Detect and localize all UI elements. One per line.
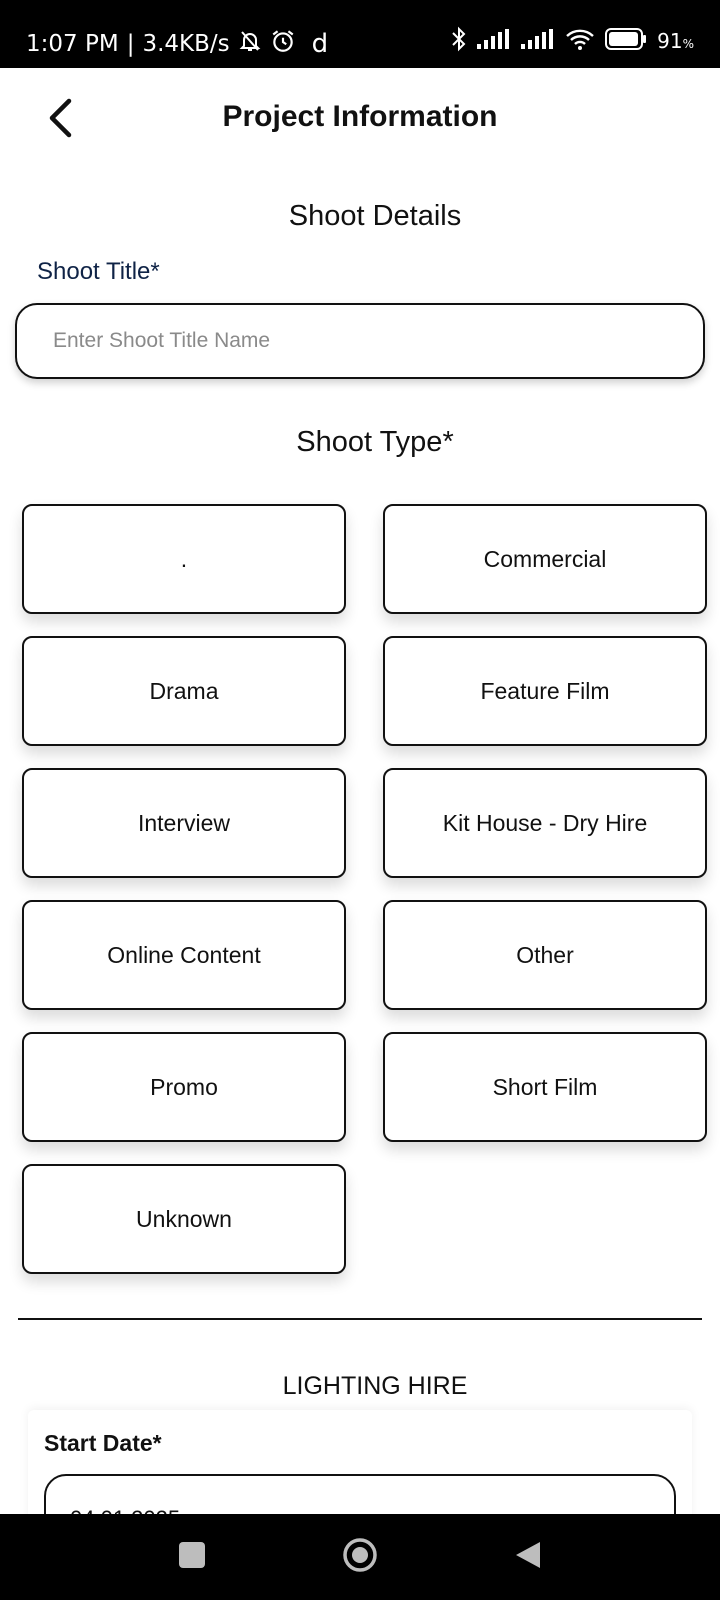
battery-icon xyxy=(605,28,647,54)
battery-value: 91 xyxy=(657,29,683,53)
navigation-bar xyxy=(0,1514,720,1600)
shoot-title-input[interactable] xyxy=(15,303,705,379)
shoot-type-option[interactable]: . xyxy=(22,504,346,614)
nav-back-button[interactable] xyxy=(488,1514,568,1600)
status-left: 1:07 PM | 3.4KB/s d xyxy=(26,28,328,60)
home-icon xyxy=(342,1537,378,1578)
alarm-icon xyxy=(270,28,296,60)
signal-icon xyxy=(521,29,555,53)
shoot-type-heading: Shoot Type* xyxy=(296,426,454,458)
shoot-type-option[interactable]: Online Content xyxy=(22,900,346,1010)
page-title: Project Information xyxy=(222,100,498,133)
shoot-type-option[interactable]: Feature Film xyxy=(383,636,707,746)
shoot-type-option[interactable]: Kit House - Dry Hire xyxy=(383,768,707,878)
shoot-type-option[interactable]: Commercial xyxy=(383,504,707,614)
network-speed: 3.4KB/s xyxy=(142,31,230,57)
bluetooth-icon xyxy=(451,26,467,56)
home-button[interactable] xyxy=(320,1514,400,1600)
signal-icon xyxy=(477,29,511,53)
shoot-type-option[interactable]: Drama xyxy=(22,636,346,746)
recent-apps-button[interactable] xyxy=(152,1514,232,1600)
wifi-icon xyxy=(565,27,595,55)
shoot-type-option[interactable]: Interview xyxy=(22,768,346,878)
recent-apps-icon xyxy=(178,1541,206,1574)
shoot-type-option[interactable]: Unknown xyxy=(22,1164,346,1274)
status-separator: | xyxy=(126,31,135,57)
shoot-type-option[interactable]: Short Film xyxy=(383,1032,707,1142)
back-icon xyxy=(514,1540,542,1575)
shoot-title-label: Shoot Title* xyxy=(37,258,160,285)
mute-bell-icon xyxy=(238,29,262,59)
battery-percent: 91% xyxy=(657,29,694,53)
shoot-type-grid: . Commercial Drama Feature Film Intervie… xyxy=(22,504,707,1274)
status-time: 1:07 PM xyxy=(26,31,119,57)
carrier-glyph: d xyxy=(311,29,329,59)
shoot-details-heading: Shoot Details xyxy=(288,200,462,232)
section-divider xyxy=(18,1318,702,1320)
lighting-hire-heading: LIGHTING HIRE xyxy=(282,1372,468,1400)
start-date-label: Start Date* xyxy=(44,1430,162,1456)
status-right: 91% xyxy=(451,26,694,56)
shoot-type-option[interactable]: Promo xyxy=(22,1032,346,1142)
shoot-type-option[interactable]: Other xyxy=(383,900,707,1010)
battery-unit: % xyxy=(682,37,694,51)
status-bar: 1:07 PM | 3.4KB/s d 91% xyxy=(0,0,720,68)
